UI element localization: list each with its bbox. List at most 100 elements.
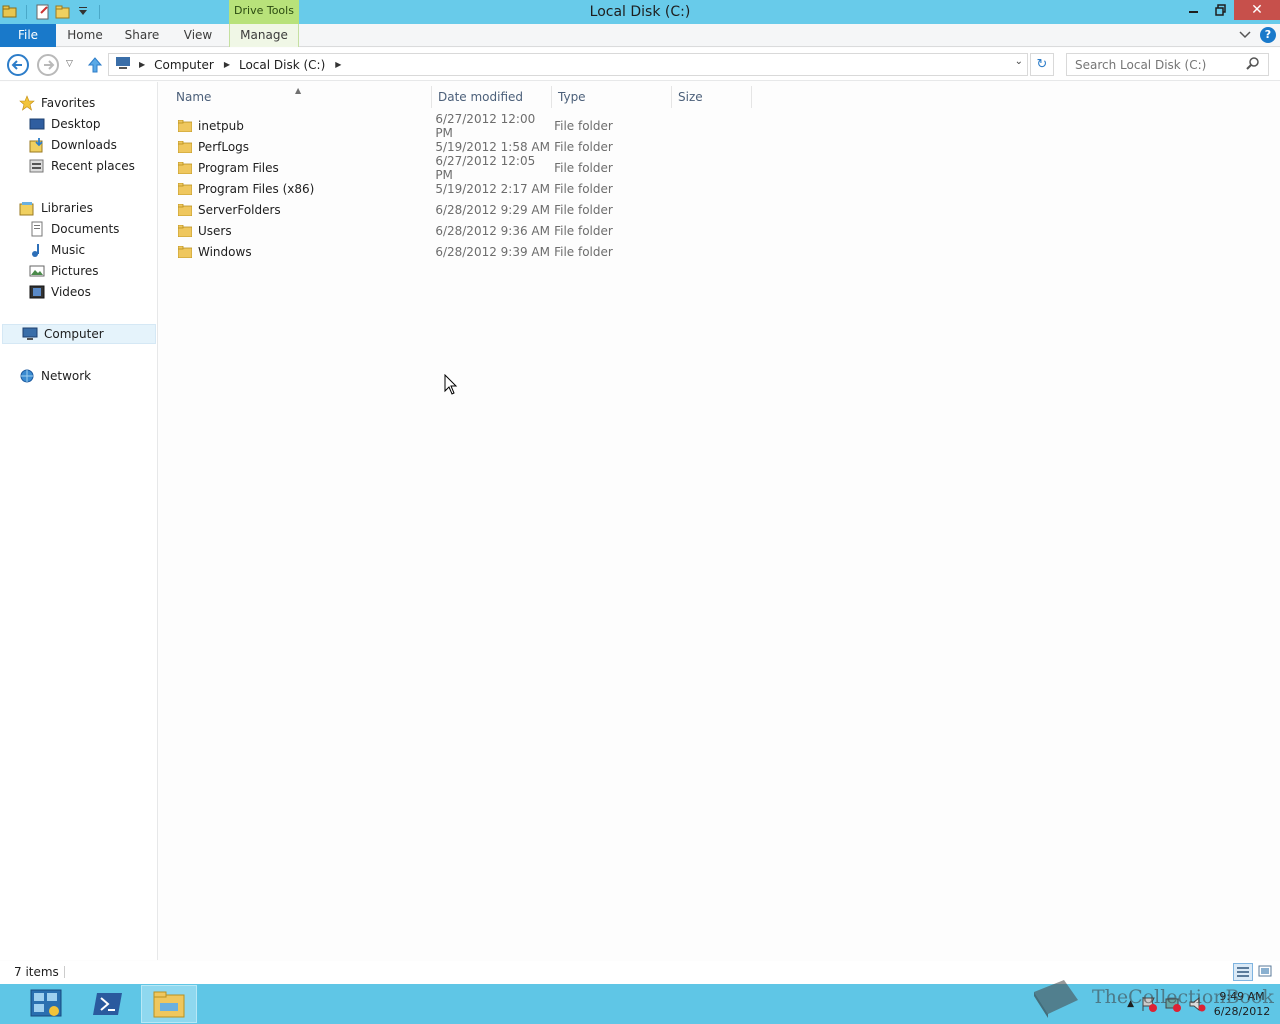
qat-separator xyxy=(26,5,27,19)
file-row[interactable]: ServerFolders 6/28/2012 9:29 AM File fol… xyxy=(170,199,752,220)
watermark-text: TheCollectionBook xyxy=(1092,986,1274,1008)
customize-qat-icon[interactable] xyxy=(75,4,91,20)
column-header-date-modified[interactable]: Date modified xyxy=(432,86,552,108)
breadcrumb-computer[interactable]: Computer xyxy=(154,58,214,72)
explorer-window-icon[interactable] xyxy=(2,4,18,20)
column-header-name[interactable]: ▲ Name xyxy=(170,86,432,108)
file-type: File folder xyxy=(554,181,613,196)
refresh-button[interactable]: ↻ xyxy=(1030,53,1054,76)
file-type: File folder xyxy=(554,160,613,175)
nav-desktop[interactable]: Desktop xyxy=(29,114,101,134)
new-folder-icon[interactable] xyxy=(55,4,71,20)
recent-places-icon xyxy=(29,159,44,173)
file-list: inetpub 6/27/2012 12:00 PM File folder P… xyxy=(170,112,752,262)
back-arrow-icon xyxy=(11,60,22,70)
properties-icon[interactable] xyxy=(35,4,51,20)
file-type: File folder xyxy=(554,244,613,259)
nav-documents-label: Documents xyxy=(51,222,120,236)
quick-access-toolbar xyxy=(0,0,106,24)
nav-favorites-label: Favorites xyxy=(41,96,96,110)
nav-documents[interactable]: Documents xyxy=(29,219,119,239)
file-list-header: ▲ Name Date modified Type Size xyxy=(170,86,752,108)
watermark: TheCollectionBook xyxy=(1028,974,1274,1020)
search-input[interactable] xyxy=(1066,53,1269,76)
file-type: File folder xyxy=(554,223,613,238)
file-date: 6/28/2012 9:29 AM xyxy=(435,202,550,217)
folder-icon xyxy=(178,140,192,153)
mouse-cursor-icon xyxy=(444,374,458,395)
nav-music[interactable]: Music xyxy=(29,240,85,260)
breadcrumb-local-disk[interactable]: Local Disk (C:) xyxy=(239,58,325,72)
forward-button[interactable] xyxy=(37,54,59,76)
minimize-button[interactable] xyxy=(1180,0,1207,20)
up-arrow-icon xyxy=(87,57,103,73)
navigation-bar: ▽ ▶ Computer ▶ Local Disk (C:) ▶ ⌄ ↻ xyxy=(0,48,1280,81)
tab-view[interactable]: View xyxy=(176,24,220,47)
tab-home[interactable]: Home xyxy=(60,24,110,47)
nav-recent-places[interactable]: Recent places xyxy=(29,156,135,176)
breadcrumb-chevron-icon[interactable]: ▶ xyxy=(224,60,230,69)
nav-downloads[interactable]: Downloads xyxy=(29,135,117,155)
back-button[interactable] xyxy=(7,54,29,76)
tab-manage[interactable]: Manage xyxy=(229,24,299,47)
nav-computer-label: Computer xyxy=(44,327,104,341)
nav-favorites[interactable]: Favorites xyxy=(19,93,95,113)
navigation-pane: Favorites Desktop Downloads Recent place… xyxy=(0,82,158,960)
server-manager-button[interactable] xyxy=(18,985,74,1023)
column-header-type[interactable]: Type xyxy=(552,86,672,108)
nav-videos[interactable]: Videos xyxy=(29,282,91,302)
expand-ribbon-icon[interactable] xyxy=(1238,28,1252,42)
pictures-icon xyxy=(29,265,45,277)
search-icon[interactable] xyxy=(1246,57,1260,71)
ribbon-right-controls: ? xyxy=(1238,27,1276,43)
sort-ascending-icon: ▲ xyxy=(295,86,302,95)
network-icon xyxy=(20,369,34,383)
nav-recent-places-label: Recent places xyxy=(51,159,135,173)
refresh-icon: ↻ xyxy=(1036,57,1048,72)
documents-icon xyxy=(31,221,43,237)
folder-icon xyxy=(178,161,192,174)
nav-libraries[interactable]: Libraries xyxy=(19,198,93,218)
item-count: 7 items xyxy=(14,965,59,979)
file-row[interactable]: Users 6/28/2012 9:36 AM File folder xyxy=(170,220,752,241)
file-row[interactable]: inetpub 6/27/2012 12:00 PM File folder xyxy=(170,112,752,140)
address-bar[interactable]: ▶ Computer ▶ Local Disk (C:) ▶ ⌄ xyxy=(108,53,1028,76)
help-icon[interactable]: ? xyxy=(1260,27,1276,43)
file-date: 5/19/2012 2:17 AM xyxy=(435,181,550,196)
file-name: Users xyxy=(198,223,232,238)
folder-icon xyxy=(178,182,192,195)
desktop-icon xyxy=(29,118,45,130)
file-row[interactable]: Program Files 6/27/2012 12:05 PM File fo… xyxy=(170,154,752,182)
file-date: 5/19/2012 1:58 AM xyxy=(435,139,550,154)
file-name: Program Files xyxy=(198,160,279,175)
file-row[interactable]: Windows 6/28/2012 9:39 AM File folder xyxy=(170,241,752,262)
breadcrumb-chevron-icon[interactable]: ▶ xyxy=(335,60,341,69)
file-date: 6/28/2012 9:39 AM xyxy=(435,244,550,259)
restore-button[interactable] xyxy=(1207,0,1234,20)
tab-file[interactable]: File xyxy=(0,24,56,47)
column-header-size[interactable]: Size xyxy=(672,86,752,108)
status-separator xyxy=(64,966,65,978)
nav-computer[interactable]: Computer xyxy=(2,324,156,344)
music-note-icon xyxy=(32,244,39,257)
window-title: Local Disk (C:) xyxy=(589,4,691,20)
file-row[interactable]: Program Files (x86) 5/19/2012 2:17 AM Fi… xyxy=(170,178,752,199)
breadcrumb-chevron-icon[interactable]: ▶ xyxy=(139,60,145,69)
nav-pictures[interactable]: Pictures xyxy=(29,261,99,281)
book-logo-icon xyxy=(1034,980,1078,1018)
computer-location-icon xyxy=(115,56,131,73)
powershell-button[interactable] xyxy=(80,985,136,1023)
file-date: 6/28/2012 9:36 AM xyxy=(435,223,550,238)
qat-separator xyxy=(99,5,100,19)
file-type: File folder xyxy=(554,139,613,154)
nav-downloads-label: Downloads xyxy=(51,138,117,152)
file-name: ServerFolders xyxy=(198,202,281,217)
address-history-dropdown-icon[interactable]: ⌄ xyxy=(1015,56,1023,67)
up-button[interactable] xyxy=(86,55,104,75)
folder-icon xyxy=(178,245,192,258)
tab-share[interactable]: Share xyxy=(118,24,166,47)
nav-network[interactable]: Network xyxy=(19,366,91,386)
close-button[interactable]: ✕ xyxy=(1234,0,1280,20)
file-explorer-taskbar-button[interactable] xyxy=(141,985,197,1023)
recent-locations-dropdown[interactable]: ▽ xyxy=(66,59,73,69)
